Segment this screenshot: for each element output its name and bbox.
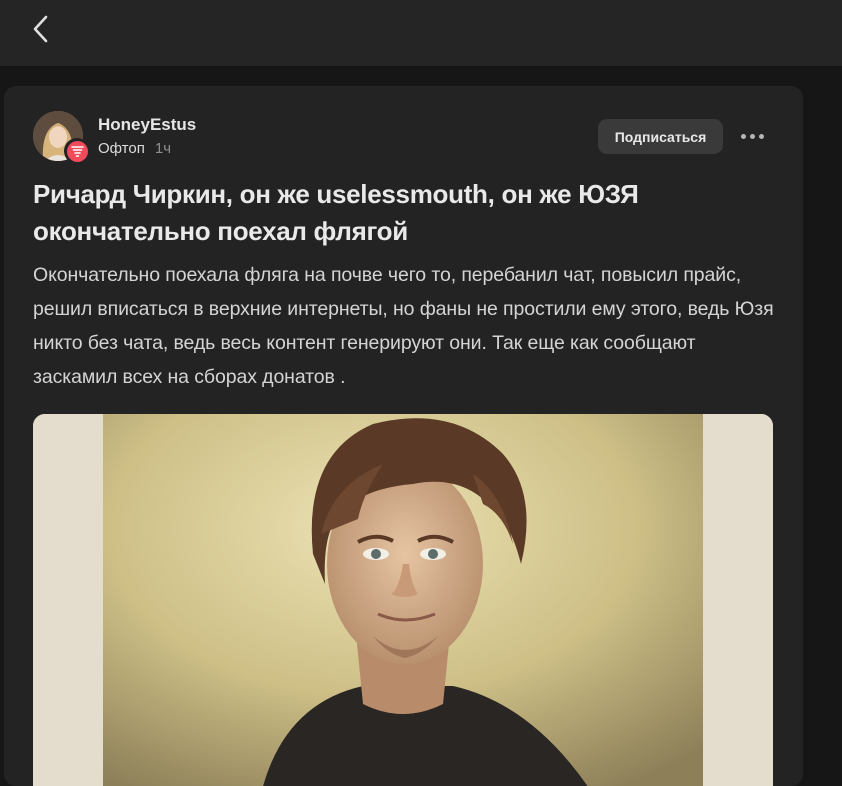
chevron-left-icon [33,15,48,43]
category-link[interactable]: Офтоп [98,140,145,157]
more-dot [749,133,755,139]
more-dot [758,133,764,139]
more-button[interactable] [737,124,767,148]
post-title[interactable]: Ричард Чиркин, он же uselessmouth, он же… [33,176,773,250]
top-bar [0,0,842,66]
post-image[interactable] [33,414,773,786]
post-body: Окончательно поехала фляга на почве чего… [33,264,774,388]
post-meta: Офтоп 1ч [98,140,171,157]
post-time: 1ч [154,140,172,157]
portrait-photo [33,414,773,786]
post-card: HoneyEstus Офтоп 1ч Подписаться Ричард Ч… [4,86,803,786]
tornado-icon [70,145,84,157]
back-button[interactable] [24,10,58,48]
community-badge [64,138,90,164]
subscribe-button[interactable]: Подписаться [598,119,723,154]
author-name[interactable]: HoneyEstus [98,115,196,135]
more-dots-icon [740,133,746,139]
right-gutter [804,66,842,764]
